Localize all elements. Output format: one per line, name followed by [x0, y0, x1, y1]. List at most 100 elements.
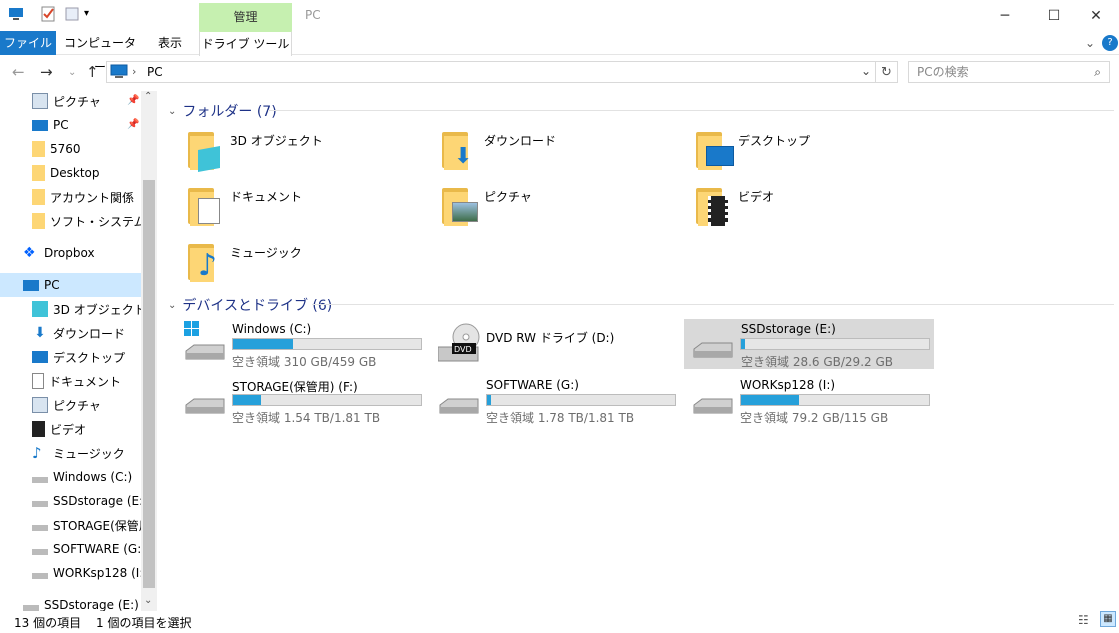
3d-objects-icon: [32, 301, 48, 317]
address-bar[interactable]: › PC ⌄: [106, 61, 876, 83]
folder-music[interactable]: ♪ ミュージック: [186, 240, 302, 284]
drive-usage-bar: [232, 394, 422, 406]
maximize-button[interactable]: ☐: [1031, 0, 1077, 31]
scroll-up-icon[interactable]: ⌃: [144, 91, 152, 102]
download-arrow-icon: ⬇: [34, 325, 46, 341]
pictures-icon: [32, 397, 48, 413]
folder-pictures[interactable]: ピクチャ: [440, 184, 532, 228]
computer-icon: [23, 279, 39, 291]
nav-item-drive-c[interactable]: Windows (C:): [0, 465, 141, 489]
up-arrow-icon[interactable]: ↑: [86, 63, 99, 81]
pictures-folder-icon: [440, 184, 480, 228]
drive-e[interactable]: SSDstorage (E:) 空き領域 28.6 GB/29.2 GB: [684, 319, 934, 369]
navigation-pane: ピクチャ 📌 PC 📌 5760 Desktop アカウント関係 ソフト・システ…: [0, 91, 157, 611]
nav-item-software-system[interactable]: ソフト・システム: [0, 209, 141, 233]
computer-icon: [110, 64, 128, 78]
scroll-down-icon[interactable]: ⌄: [144, 595, 152, 606]
help-icon[interactable]: ?: [1102, 35, 1118, 51]
drive-f[interactable]: STORAGE(保管用) (F:) 空き領域 1.54 TB/1.81 TB: [184, 375, 434, 425]
hard-drive-icon: [693, 398, 733, 414]
nav-item-ssdstorage-bottom[interactable]: SSDstorage (E:): [0, 593, 141, 611]
nav-item-pictures-quick[interactable]: ピクチャ 📌: [0, 91, 141, 113]
hard-drive-icon: [439, 398, 479, 414]
drives-group-header[interactable]: ⌄ デバイスとドライブ (6): [168, 295, 332, 315]
desktop-icon: [32, 351, 48, 363]
nav-item-pc-quick[interactable]: PC 📌: [0, 113, 141, 137]
nav-item-drive-g[interactable]: SOFTWARE (G:): [0, 537, 141, 561]
pin-icon[interactable]: 📌: [127, 119, 139, 131]
nav-item-dropbox[interactable]: ❖ Dropbox: [0, 241, 141, 265]
breadcrumb-pc[interactable]: PC: [147, 65, 163, 79]
drive-c[interactable]: Windows (C:) 空き領域 310 GB/459 GB: [184, 319, 434, 369]
folder-downloads[interactable]: ⬇ ダウンロード: [440, 128, 556, 172]
windows-drive-icon: [32, 477, 48, 483]
back-arrow-icon[interactable]: ←: [12, 63, 25, 81]
dropbox-icon: ❖: [23, 245, 36, 261]
desktop-folder-icon: [694, 128, 734, 172]
expand-ribbon-icon[interactable]: ⌄: [1083, 31, 1097, 55]
folders-group-header[interactable]: ⌄ フォルダー (7): [168, 101, 277, 121]
folder-3d-objects[interactable]: 3D オブジェクト: [186, 128, 323, 172]
folder-documents[interactable]: ドキュメント: [186, 184, 302, 228]
address-dropdown-icon[interactable]: ⌄: [861, 64, 871, 78]
search-placeholder: PCの検索: [917, 65, 969, 79]
nav-item-5760[interactable]: 5760: [0, 137, 141, 161]
nav-item-documents[interactable]: ドキュメント: [0, 369, 141, 393]
computer-icon[interactable]: [8, 6, 24, 22]
nav-item-videos[interactable]: ビデオ: [0, 417, 141, 441]
forward-arrow-icon[interactable]: →: [40, 63, 53, 81]
search-input[interactable]: PCの検索 ⌕: [908, 61, 1110, 83]
customize-quick-access-icon[interactable]: ▾: [84, 8, 100, 24]
chevron-down-icon: ⌄: [168, 105, 177, 117]
properties-icon[interactable]: [40, 6, 56, 22]
dvd-drive-icon: DVD: [438, 323, 480, 362]
computer-icon: [32, 119, 48, 131]
minimize-button[interactable]: ─: [982, 0, 1028, 31]
nav-scrollbar-thumb[interactable]: [143, 180, 155, 588]
drive-usage-bar: [486, 394, 676, 406]
item-count: 13 個の項目: [14, 616, 82, 630]
search-icon[interactable]: ⌕: [1094, 62, 1101, 82]
breadcrumb-chevron-icon[interactable]: ›: [132, 65, 136, 78]
nav-item-music[interactable]: ♪ ミュージック: [0, 441, 141, 465]
nav-item-3d-objects[interactable]: 3D オブジェクト: [0, 297, 141, 321]
tab-computer[interactable]: コンピューター: [60, 31, 140, 74]
drive-usage-bar: [740, 338, 930, 350]
tab-view[interactable]: 表示: [148, 31, 192, 55]
divider: [268, 110, 1114, 111]
drive-i[interactable]: WORKsp128 (I:) 空き領域 79.2 GB/115 GB: [692, 375, 942, 425]
recent-locations-icon[interactable]: ⌄: [68, 67, 76, 78]
nav-item-drive-f[interactable]: STORAGE(保管用: [0, 513, 141, 537]
hard-drive-icon: [32, 525, 48, 531]
pin-icon[interactable]: 📌: [127, 95, 139, 107]
nav-item-desktop-folder[interactable]: Desktop: [0, 161, 141, 185]
nav-item-drive-e[interactable]: SSDstorage (E:): [0, 489, 141, 513]
ribbon-tabs: ファイル コンピューター 表示 ドライブ ツール ⌄ ?: [0, 31, 1119, 74]
drive-d-dvd[interactable]: DVD DVD RW ドライブ (D:): [438, 319, 688, 369]
tab-manage[interactable]: 管理: [199, 3, 292, 31]
drive-g[interactable]: SOFTWARE (G:) 空き領域 1.78 TB/1.81 TB: [438, 375, 688, 425]
close-button[interactable]: ✕: [1073, 0, 1119, 31]
nav-item-pictures[interactable]: ピクチャ: [0, 393, 141, 417]
tab-file[interactable]: ファイル: [0, 31, 56, 55]
nav-item-desktop[interactable]: デスクトップ: [0, 345, 141, 369]
nav-item-pc[interactable]: PC: [0, 273, 141, 297]
downloads-folder-icon: ⬇: [440, 128, 480, 172]
hard-drive-icon: [32, 573, 48, 579]
hard-drive-icon: [32, 549, 48, 555]
new-folder-icon[interactable]: [64, 6, 80, 22]
folder-desktop[interactable]: デスクトップ: [694, 128, 810, 172]
folder-videos[interactable]: ビデオ: [694, 184, 774, 228]
chevron-down-icon: ⌄: [168, 299, 177, 311]
tab-drive-tools[interactable]: ドライブ ツール: [199, 31, 292, 56]
nav-item-accounts[interactable]: アカウント関係: [0, 185, 141, 209]
folder-icon: [32, 213, 45, 229]
hard-drive-icon: [693, 342, 733, 358]
nav-item-drive-i[interactable]: WORKsp128 (I:): [0, 561, 141, 585]
refresh-button[interactable]: ↻: [876, 61, 898, 83]
large-icons-view-icon[interactable]: ▦: [1100, 611, 1116, 627]
details-view-icon[interactable]: ☷: [1078, 613, 1089, 627]
hard-drive-icon: [185, 398, 225, 414]
title-bar: ▾ 管理 PC ─ ☐ ✕: [0, 0, 1119, 31]
nav-item-downloads[interactable]: ⬇ ダウンロード: [0, 321, 141, 345]
